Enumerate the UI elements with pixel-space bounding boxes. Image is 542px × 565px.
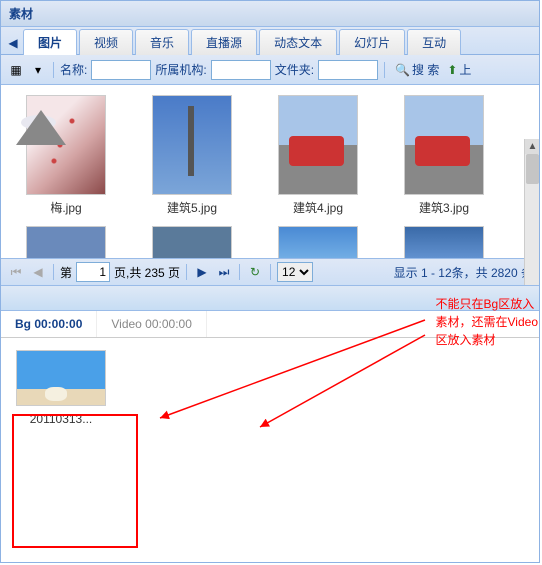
thumbnail-grid: 梅.jpg 建筑5.jpg 建筑4.jpg 建筑3.jpg 建筑2.jpg	[1, 85, 539, 258]
tab-slideshow[interactable]: 幻灯片	[339, 29, 405, 55]
track-clip[interactable]: 20110313...	[13, 350, 109, 426]
separator	[384, 62, 385, 78]
window-title: 素材	[9, 7, 33, 21]
asset-item[interactable]: 建筑5.jpg	[137, 95, 247, 216]
org-input[interactable]	[211, 60, 271, 80]
asset-item[interactable]	[263, 226, 373, 258]
folder-label: 文件夹:	[275, 61, 314, 78]
separator	[270, 264, 271, 280]
first-page-button[interactable]: ⏮	[7, 263, 25, 281]
folder-input[interactable]	[318, 60, 378, 80]
page-suffix-label: 页,共 235 页	[114, 264, 180, 281]
asset-label: 建筑4.jpg	[293, 199, 343, 216]
window-titlebar: 素材	[1, 1, 539, 27]
up-icon: ⬆	[447, 63, 457, 77]
track-tab-bar: Bg 00:00:00 Video 00:00:00	[1, 311, 539, 338]
track-content: 20110313...	[1, 338, 539, 562]
asset-item[interactable]: 建筑4.jpg	[263, 95, 373, 216]
tab-interactive[interactable]: 互动	[407, 29, 461, 55]
tab-bar: ◀ 图片 视频 音乐 直播源 动态文本 幻灯片 互动	[1, 27, 539, 55]
search-button[interactable]: 🔍 搜 索	[391, 59, 443, 80]
asset-label: 建筑5.jpg	[167, 199, 217, 216]
prev-page-button[interactable]: ◀	[29, 263, 47, 281]
asset-thumbnail	[278, 226, 358, 258]
tab-dynamic-text[interactable]: 动态文本	[259, 29, 337, 55]
org-label: 所属机构:	[155, 61, 206, 78]
up-label: 上	[459, 61, 471, 78]
separator	[239, 264, 240, 280]
panel-splitter[interactable]	[1, 285, 539, 311]
separator	[53, 62, 54, 78]
asset-label: 梅.jpg	[50, 199, 81, 216]
asset-item[interactable]	[389, 226, 499, 258]
next-page-button[interactable]: ▶	[193, 263, 211, 281]
tab-images[interactable]: 图片	[23, 29, 77, 55]
search-icon: 🔍	[395, 63, 410, 77]
asset-thumbnail	[404, 226, 484, 258]
view-mode-dropdown[interactable]: ▾	[29, 61, 47, 79]
content-area: 梅.jpg 建筑5.jpg 建筑4.jpg 建筑3.jpg 建筑2.jpg	[1, 85, 539, 285]
track-tab-bg[interactable]: Bg 00:00:00	[1, 311, 97, 337]
page-prefix-label: 第	[60, 264, 72, 281]
pagination-info: 显示 1 - 12条，共 2820 条	[394, 264, 533, 281]
asset-label: 建筑3.jpg	[419, 199, 469, 216]
asset-thumbnail	[278, 95, 358, 195]
clip-thumbnail	[16, 350, 106, 406]
separator	[53, 264, 54, 280]
page-number-input[interactable]	[76, 262, 110, 282]
pagesize-select[interactable]: 12	[277, 262, 313, 282]
last-page-button[interactable]: ⏭	[215, 263, 233, 281]
asset-thumbnail	[152, 226, 232, 258]
tab-video[interactable]: 视频	[79, 29, 133, 55]
scroll-up-button[interactable]: ▲	[525, 139, 539, 154]
separator	[186, 264, 187, 280]
tab-live-source[interactable]: 直播源	[191, 29, 257, 55]
asset-item[interactable]: 建筑2.jpg	[11, 226, 121, 258]
filter-toolbar: ▦ ▾ 名称: 所属机构: 文件夹: 🔍 搜 索 ⬆ 上	[1, 55, 539, 85]
asset-thumbnail	[152, 95, 232, 195]
tab-music[interactable]: 音乐	[135, 29, 189, 55]
track-tab-video[interactable]: Video 00:00:00	[97, 311, 207, 337]
tabs-scroll-left[interactable]: ◀	[5, 36, 21, 54]
main-window: 素材 ◀ 图片 视频 音乐 直播源 动态文本 幻灯片 互动 ▦ ▾ 名称: 所属…	[0, 0, 540, 563]
asset-thumbnail	[404, 95, 484, 195]
name-label: 名称:	[60, 61, 87, 78]
search-label: 搜 索	[412, 61, 439, 78]
upload-button[interactable]: ⬆ 上	[447, 61, 471, 78]
name-input[interactable]	[91, 60, 151, 80]
asset-item[interactable]: 建筑3.jpg	[389, 95, 499, 216]
asset-thumbnail	[26, 226, 106, 258]
refresh-button[interactable]: ↻	[246, 263, 264, 281]
view-mode-icon[interactable]: ▦	[7, 61, 25, 79]
asset-item[interactable]: 建筑1.jpg	[137, 226, 247, 258]
pagination-bar: ⏮ ◀ 第 页,共 235 页 ▶ ⏭ ↻ 12 显示 1 - 12条，共 28…	[1, 258, 539, 285]
scrollbar-thumb[interactable]	[526, 154, 539, 184]
clip-label: 20110313...	[30, 412, 93, 426]
vertical-scrollbar[interactable]: ▲ ▼	[524, 139, 539, 285]
